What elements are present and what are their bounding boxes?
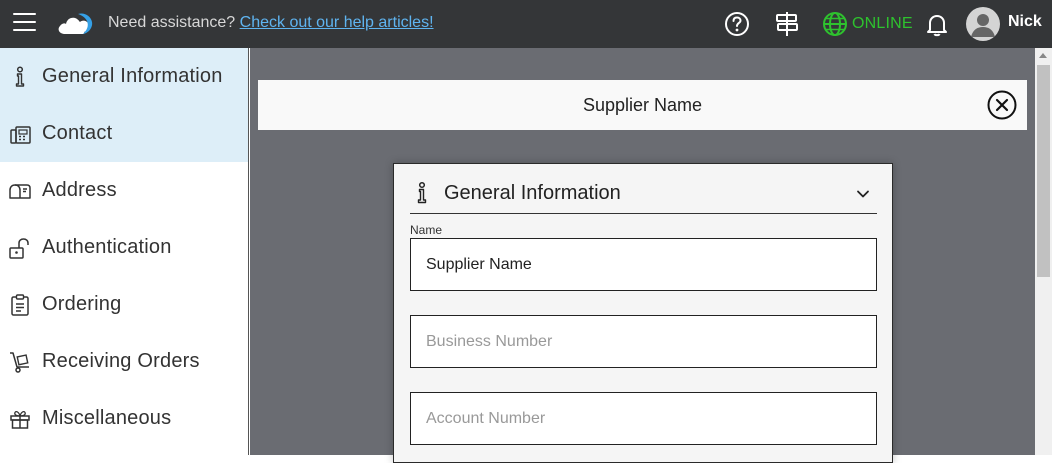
sidebar-item-authentication[interactable]: Authentication [0, 219, 248, 276]
help-circle-icon[interactable] [723, 10, 751, 38]
sidebar-item-label: General Information [42, 65, 223, 87]
fax-phone-icon [10, 126, 31, 144]
name-field-label: Name [410, 223, 443, 237]
close-icon[interactable] [987, 90, 1017, 120]
sidebar-item-label: Receiving Orders [42, 350, 200, 372]
gift-box-icon [10, 410, 30, 429]
info-icon [15, 66, 25, 87]
sidebar-item-label: Miscellaneous [42, 407, 172, 429]
help-banner: Need assistance? Check out our help arti… [108, 14, 434, 32]
general-information-section-toggle[interactable]: General Information [410, 177, 877, 214]
vertical-scrollbar[interactable] [1035, 48, 1052, 455]
hand-truck-icon [10, 352, 29, 373]
mailbox-icon [9, 184, 31, 199]
chevron-down-icon[interactable] [856, 187, 870, 201]
globe-icon [823, 12, 847, 36]
scroll-up-icon[interactable] [1039, 53, 1047, 58]
scrollbar-thumb[interactable] [1037, 65, 1050, 277]
sidebar-item-label: Authentication [42, 236, 172, 258]
name-field[interactable] [410, 238, 877, 291]
sidebar-item-receiving-orders[interactable]: Receiving Orders [0, 333, 248, 390]
sidebar-item-ordering[interactable]: Ordering [0, 276, 248, 333]
account-number-field[interactable] [410, 392, 877, 445]
unlock-icon [9, 238, 29, 259]
sidebar-item-address[interactable]: Address [0, 162, 248, 219]
user-avatar-icon[interactable] [966, 7, 1000, 41]
username[interactable]: Nick [1008, 13, 1042, 31]
help-articles-link[interactable]: Check out our help articles! [240, 14, 434, 31]
sidebar-item-label: Address [42, 179, 117, 201]
section-title: General Information [444, 182, 621, 204]
sidebar-item-label: Ordering [42, 293, 122, 315]
general-information-card: General Information Name [393, 163, 893, 463]
signpost-icon[interactable] [773, 10, 801, 38]
info-icon [417, 181, 427, 204]
online-status[interactable]: ONLINE [822, 10, 913, 38]
sidebar: General Information Contact Address Auth… [0, 48, 249, 455]
menu-icon[interactable] [13, 13, 36, 33]
sidebar-item-general-information[interactable]: General Information [0, 48, 248, 105]
supplier-header: Supplier Name [258, 80, 1027, 130]
top-bar: Need assistance? Check out our help arti… [0, 0, 1052, 48]
cloud-logo[interactable] [56, 10, 96, 36]
bell-icon[interactable] [923, 10, 951, 38]
clipboard-icon [11, 294, 29, 316]
main-panel: Supplier Name General Information Name [250, 48, 1035, 463]
sidebar-item-contact[interactable]: Contact [0, 105, 248, 162]
page-title: Supplier Name [582, 94, 703, 115]
business-number-field[interactable] [410, 315, 877, 368]
help-prefix: Need assistance? [108, 14, 236, 31]
sidebar-item-label: Contact [42, 122, 113, 144]
sidebar-item-miscellaneous[interactable]: Miscellaneous [0, 390, 248, 447]
online-label: ONLINE [852, 15, 913, 32]
